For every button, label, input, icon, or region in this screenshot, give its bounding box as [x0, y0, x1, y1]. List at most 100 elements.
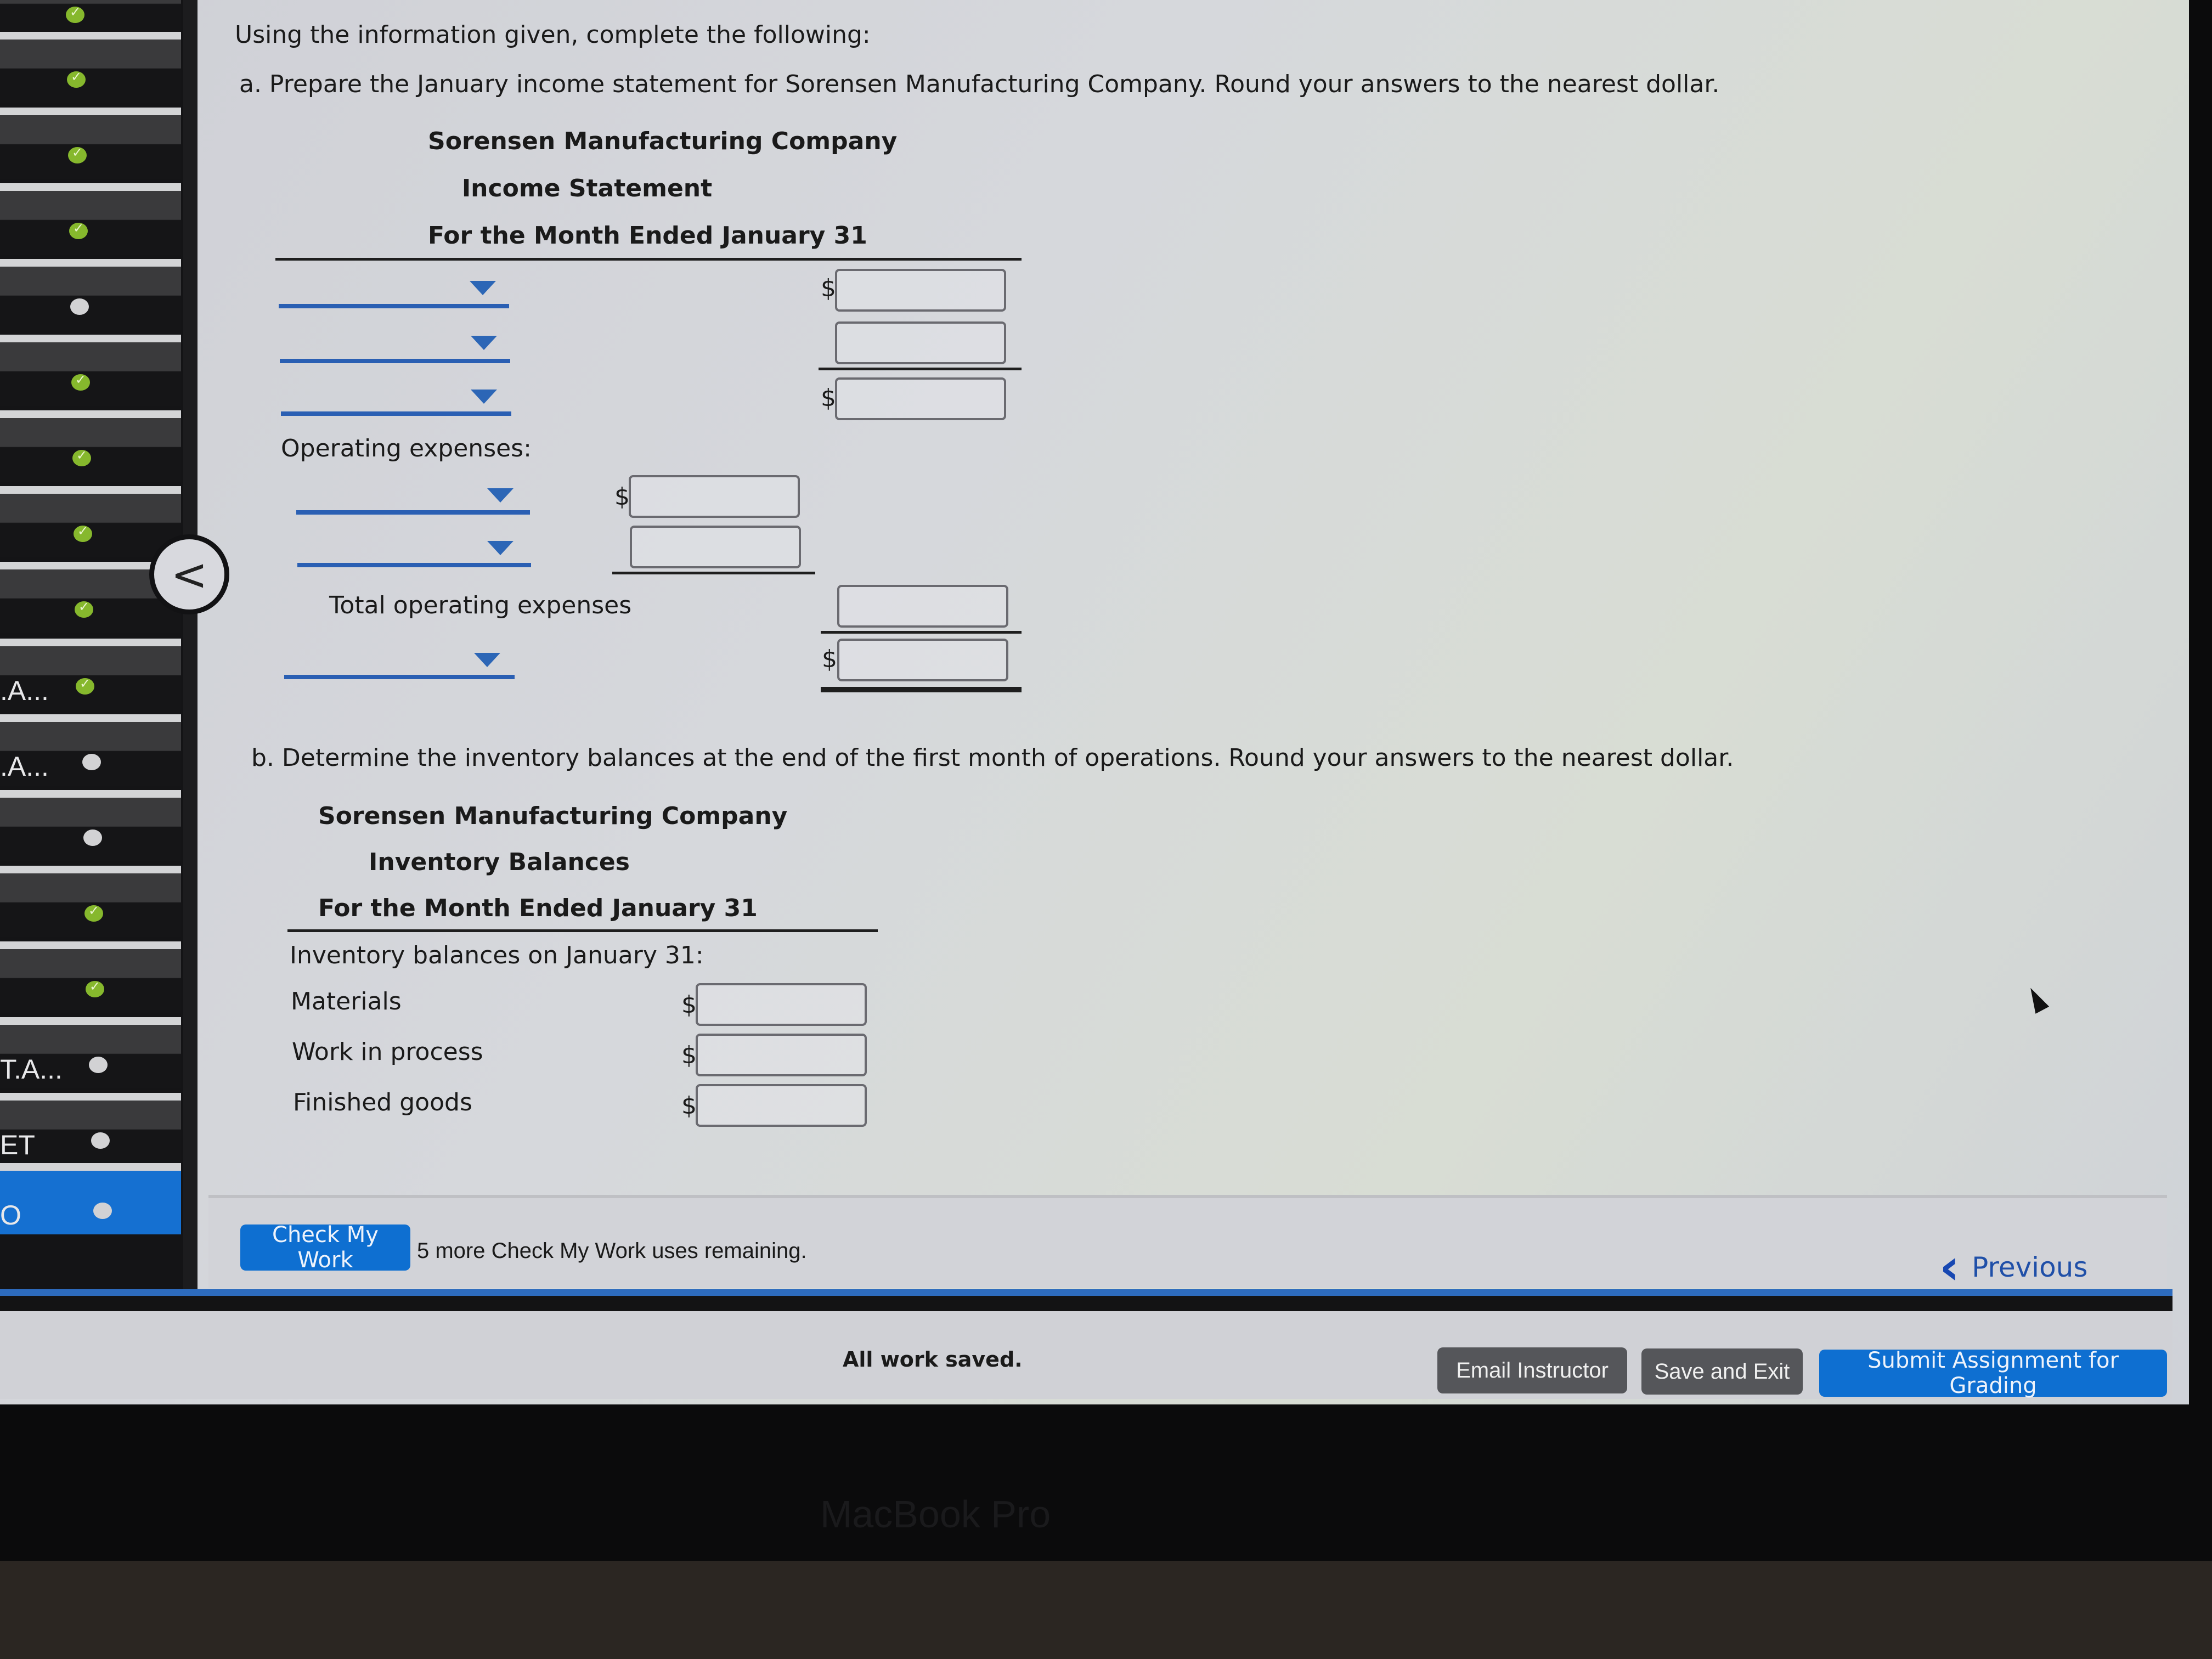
- sidebar-item[interactable]: [0, 259, 181, 330]
- currency-symbol: $: [821, 274, 836, 302]
- dropdown-underline: [297, 563, 531, 567]
- check-my-work-button[interactable]: Check My Work: [240, 1222, 410, 1273]
- currency-symbol: $: [614, 483, 630, 511]
- sidebar-item[interactable]: T.A...: [0, 1017, 181, 1088]
- footer-separator: [0, 1289, 2172, 1311]
- finished-goods-input[interactable]: [696, 1084, 867, 1127]
- income-statement-company: Sorensen Manufacturing Company: [428, 127, 898, 155]
- sidebar-item[interactable]: [0, 941, 181, 1013]
- sidebar-item-current[interactable]: O: [0, 1163, 181, 1234]
- incomplete-dot-icon: [91, 1132, 110, 1149]
- operating-expense-amount-input[interactable]: [630, 526, 801, 568]
- sidebar-item[interactable]: .A...: [0, 714, 181, 786]
- submit-assignment-button[interactable]: Submit Assignment for Grading: [1819, 1348, 2167, 1398]
- income-statement-title: Income Statement: [461, 174, 713, 202]
- currency-symbol: $: [821, 384, 836, 412]
- complete-check-icon: [75, 599, 93, 618]
- complete-check-icon: [86, 979, 104, 997]
- dropdown-underline: [279, 304, 509, 308]
- incomplete-dot-icon: [70, 298, 89, 315]
- complete-check-icon: [71, 372, 90, 391]
- save-status: All work saved.: [843, 1347, 1023, 1372]
- check-remaining-text: 5 more Check My Work uses remaining.: [417, 1239, 807, 1263]
- amount-input[interactable]: [835, 321, 1006, 364]
- dropdown-underline: [281, 411, 511, 416]
- finished-goods-label: Finished goods: [293, 1088, 472, 1116]
- email-instructor-button[interactable]: Email Instructor: [1437, 1347, 1627, 1393]
- instructions-intro: Using the information given, complete th…: [235, 21, 871, 49]
- previous-label: Previous: [1972, 1251, 2088, 1283]
- double-underline-rule: [821, 687, 1022, 692]
- question-content: Using the information given, complete th…: [208, 0, 2172, 1196]
- chevron-left-icon: ‹: [1939, 1238, 1960, 1296]
- dropdown-arrow-icon: [487, 541, 514, 555]
- complete-check-icon: [67, 69, 86, 88]
- sidebar-item[interactable]: [0, 335, 181, 406]
- operating-expense-amount-input[interactable]: [629, 475, 800, 518]
- materials-label: Materials: [291, 988, 402, 1015]
- subtotal-rule: [819, 368, 1022, 370]
- amount-input[interactable]: [835, 269, 1006, 312]
- materials-input[interactable]: [696, 983, 867, 1026]
- dropdown-underline: [284, 675, 515, 679]
- sidebar-item[interactable]: [0, 866, 181, 937]
- complete-check-icon: [68, 145, 87, 163]
- sidebar-item-label: .A...: [0, 751, 49, 782]
- sidebar-item[interactable]: [0, 790, 181, 861]
- previous-button[interactable]: ‹ Previous: [1939, 1243, 2087, 1292]
- incomplete-dot-icon: [89, 1057, 108, 1073]
- complete-check-icon: [72, 448, 91, 466]
- final-amount-input[interactable]: [837, 639, 1008, 681]
- sidebar-item[interactable]: [0, 183, 181, 255]
- inventory-subheading: Inventory balances on January 31:: [290, 941, 704, 969]
- inventory-company: Sorensen Manufacturing Company: [318, 802, 788, 830]
- dropdown-underline: [296, 510, 530, 515]
- work-in-process-label: Work in process: [292, 1038, 483, 1066]
- instruction-part-a: a. Prepare the January income statement …: [239, 70, 1720, 98]
- work-in-process-input[interactable]: [696, 1034, 867, 1076]
- desk-surface: [0, 1561, 2212, 1659]
- currency-symbol: $: [681, 1092, 697, 1120]
- dropdown-arrow-icon: [487, 488, 514, 503]
- sidebar-item-label: T.A...: [0, 1054, 63, 1085]
- currency-symbol: $: [681, 1041, 697, 1069]
- incomplete-dot-icon: [93, 1203, 112, 1219]
- bezel-label: MacBook Pro: [820, 1493, 1051, 1536]
- total-operating-expenses-label: Total operating expenses: [329, 591, 632, 619]
- complete-check-icon: [66, 4, 84, 23]
- sidebar-item[interactable]: [0, 486, 181, 557]
- dropdown-arrow-icon: [471, 390, 497, 404]
- instruction-part-b: b. Determine the inventory balances at t…: [251, 744, 1734, 772]
- sidebar-item[interactable]: .A...: [0, 639, 181, 710]
- save-and-exit-button[interactable]: Save and Exit: [1641, 1348, 1803, 1395]
- sidebar-item[interactable]: [0, 410, 181, 482]
- currency-symbol: $: [681, 991, 697, 1019]
- dropdown-arrow-icon: [471, 336, 497, 350]
- header-rule: [275, 258, 1022, 261]
- currency-symbol: $: [822, 645, 837, 673]
- complete-check-icon: [74, 523, 92, 542]
- subtotal-rule: [612, 572, 815, 574]
- inventory-period: For the Month Ended January 31: [318, 894, 758, 922]
- screen: .A... .A... T.A... ET O: [0, 0, 2189, 1404]
- sidebar-item-label: ET: [0, 1130, 35, 1160]
- sidebar-item[interactable]: [0, 32, 181, 103]
- amount-input[interactable]: [835, 377, 1006, 420]
- sidebar-item[interactable]: ET: [0, 1093, 181, 1164]
- header-rule: [287, 929, 878, 932]
- dropdown-arrow-icon: [474, 653, 500, 667]
- incomplete-dot-icon: [82, 754, 101, 770]
- dropdown-arrow-icon: [470, 281, 496, 295]
- incomplete-dot-icon: [83, 830, 102, 846]
- complete-check-icon: [69, 221, 88, 239]
- operating-expenses-label: Operating expenses:: [281, 435, 532, 462]
- subtotal-rule: [821, 631, 1022, 634]
- income-statement-period: For the Month Ended January 31: [428, 222, 867, 250]
- complete-check-icon: [84, 903, 103, 922]
- sidebar-item-label: O: [0, 1200, 21, 1231]
- complete-check-icon: [76, 676, 94, 695]
- inventory-title: Inventory Balances: [369, 848, 630, 876]
- total-operating-expenses-input[interactable]: [837, 585, 1008, 628]
- chevron-left-icon: <: [171, 549, 208, 600]
- sidebar-item[interactable]: [0, 108, 181, 179]
